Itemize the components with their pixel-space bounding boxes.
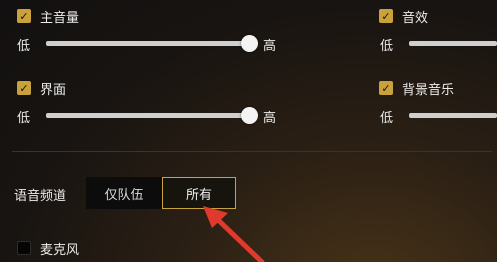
annotation-arrow-icon [203, 206, 265, 262]
